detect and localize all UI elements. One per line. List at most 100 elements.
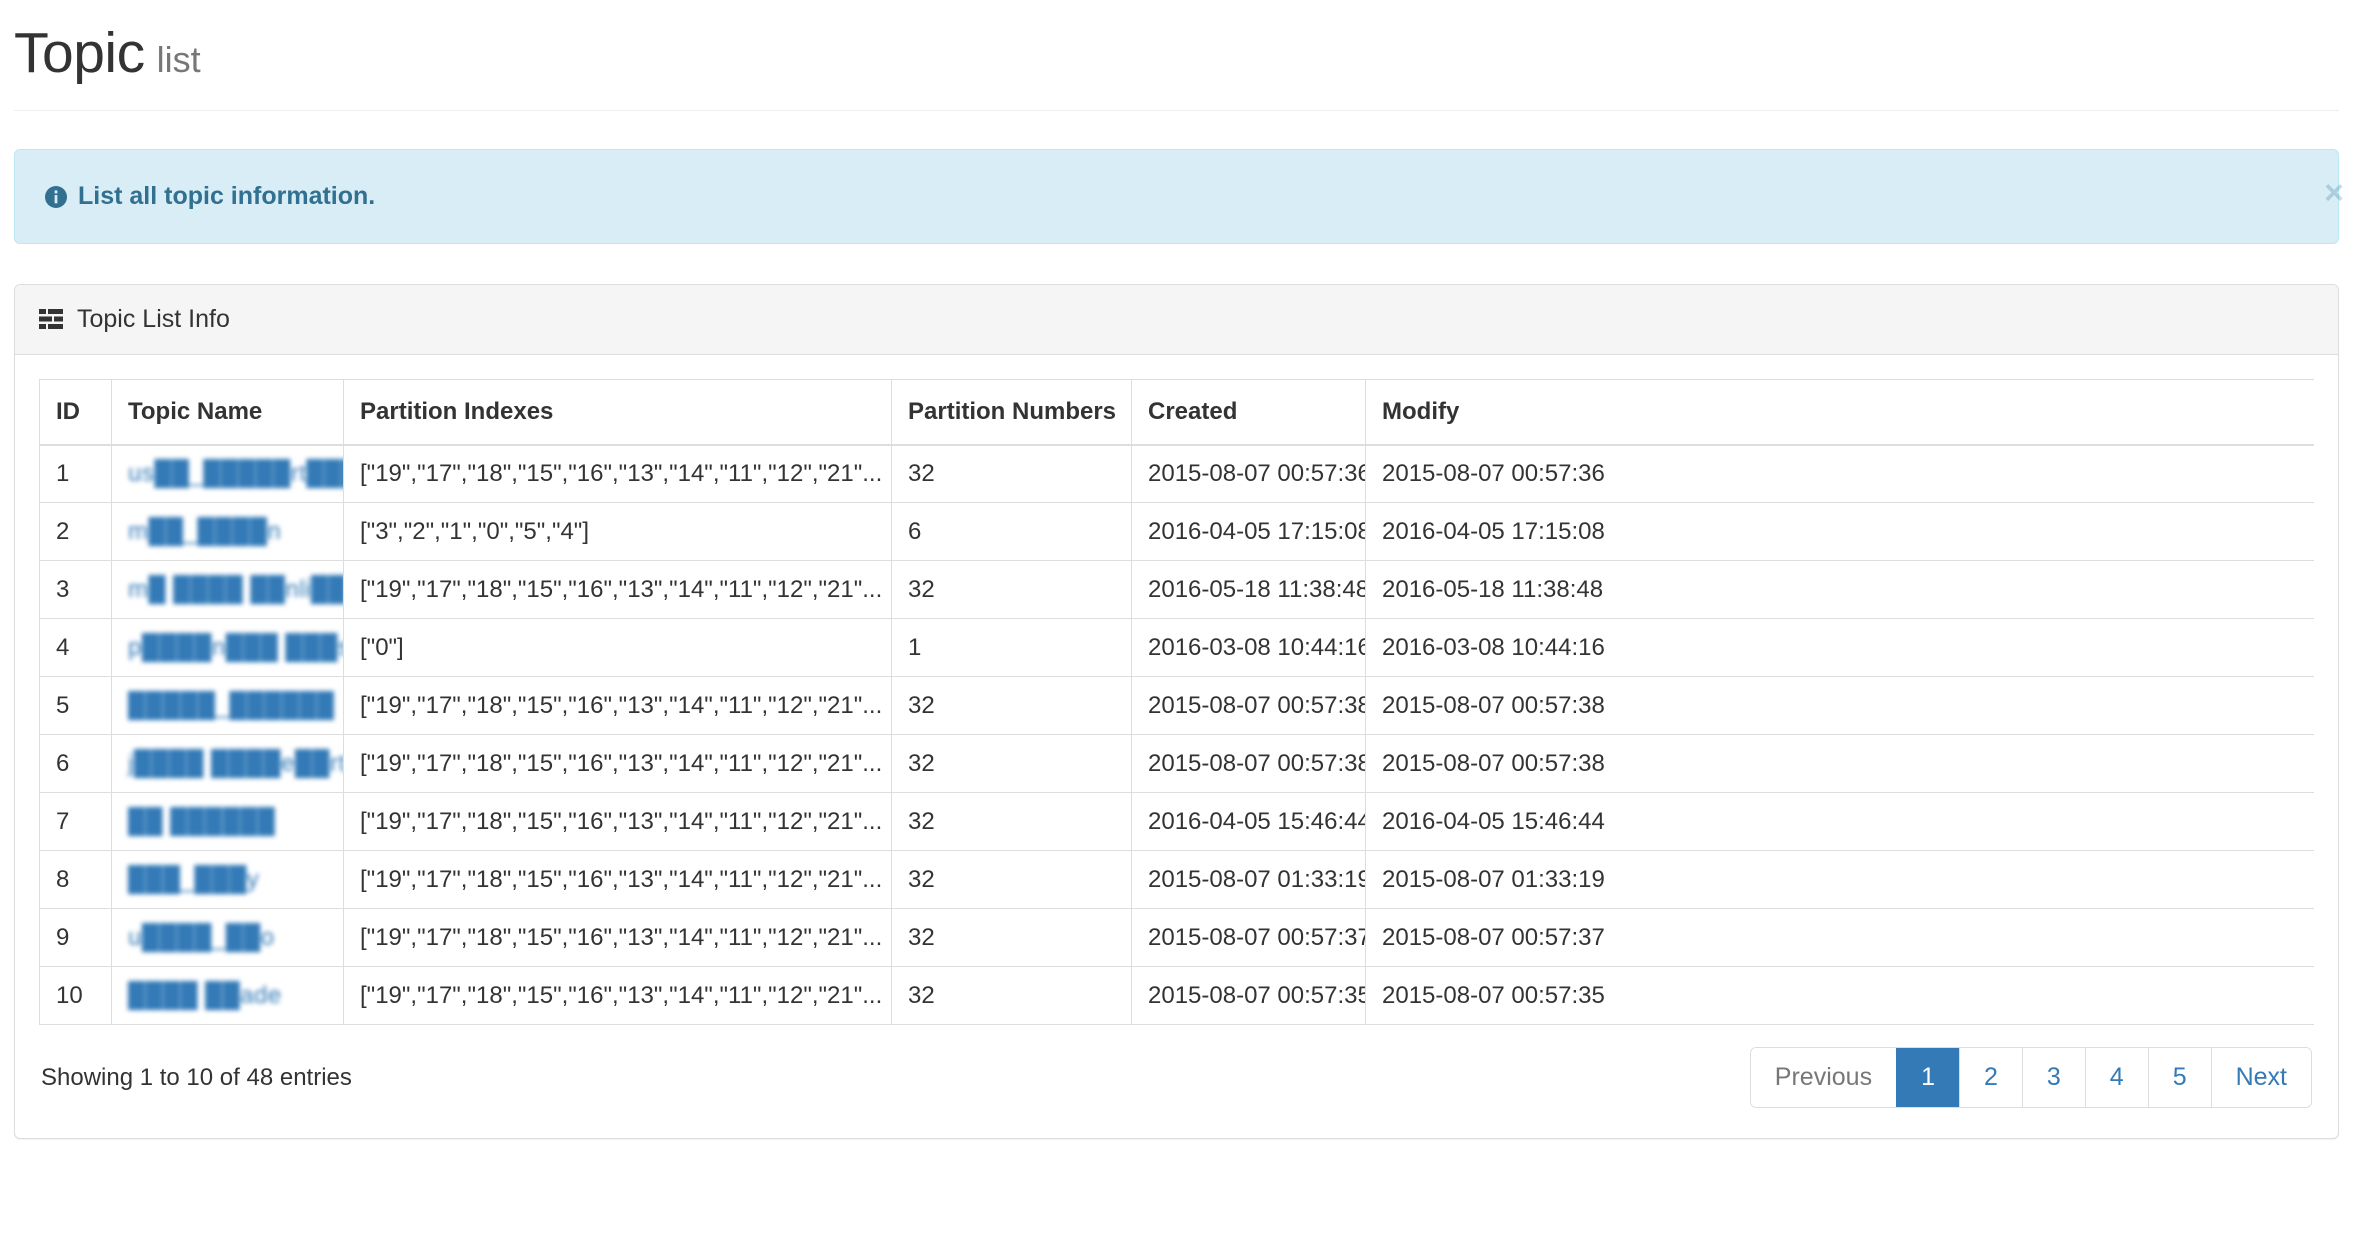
table-scroll-container[interactable]: ID Topic Name Partition Indexes Partitio… — [39, 378, 2314, 1026]
topic-name-link[interactable]: ███_███y — [128, 866, 259, 894]
pagination: Previous 1 2 3 4 5 Next — [1749, 1047, 2312, 1109]
cell-created: 2015-08-07 00:57:35 — [1131, 966, 1366, 1026]
table-header-row: ID Topic Name Partition Indexes Partitio… — [39, 378, 2314, 446]
cell-id: 10 — [39, 966, 112, 1026]
topic-name-link[interactable]: j████ ████e██rty — [128, 750, 343, 778]
cell-partition-numbers: 32 — [891, 792, 1132, 852]
cell-partition-indexes: ["19","17","18","15","16","13","14","11"… — [343, 734, 892, 794]
cell-modify: 2015-08-07 00:57:35 — [1365, 966, 2314, 1026]
cell-topic-name: m██_████n — [111, 502, 344, 562]
table-row: 1 us██_█████rt███_█rder["19","17","18","1… — [39, 444, 2314, 504]
cell-topic-name: █████_██████ — [111, 676, 344, 736]
pagination-next[interactable]: Next — [2210, 1048, 2311, 1108]
cell-topic-name: ███_███y — [111, 850, 344, 910]
topic-name-link[interactable]: m██_████n — [128, 518, 281, 546]
topic-name-link[interactable]: ████ ██ade — [128, 982, 282, 1010]
cell-partition-numbers: 32 — [891, 676, 1132, 736]
close-icon[interactable]: × — [2324, 176, 2344, 210]
pagination-page-3[interactable]: 3 — [2021, 1048, 2085, 1108]
cell-partition-numbers: 32 — [891, 966, 1132, 1026]
column-header-topic-name[interactable]: Topic Name — [111, 378, 344, 446]
cell-modify: 2016-04-05 17:15:08 — [1365, 502, 2314, 562]
cell-partition-indexes: ["19","17","18","15","16","13","14","11"… — [343, 444, 892, 504]
cell-partition-indexes: ["19","17","18","15","16","13","14","11"… — [343, 792, 892, 852]
table-row: 5 █████_██████ ["19","17","18","15","16","… — [39, 676, 2314, 736]
cell-topic-name: u████_██o — [111, 908, 344, 968]
topic-list-page: Topic list List all topic information. × — [0, 0, 2353, 1247]
info-alert-text: List all topic information. — [78, 182, 376, 211]
cell-id: 2 — [39, 502, 112, 562]
cell-id: 3 — [39, 560, 112, 620]
cell-topic-name: p████n███ ███s_dl — [111, 618, 344, 678]
info-alert: List all topic information. × — [14, 148, 2344, 244]
cell-modify: 2015-08-07 01:33:19 — [1365, 850, 2314, 910]
topic-name-link[interactable]: us██_█████rt███_█rder — [128, 460, 343, 488]
cell-partition-numbers: 32 — [891, 444, 1132, 504]
cell-partition-indexes: ["19","17","18","15","16","13","14","11"… — [343, 676, 892, 736]
panel-body: ID Topic Name Partition Indexes Partitio… — [15, 355, 2338, 1139]
topic-list-panel: Topic List Info ID Topic Name Partition … — [14, 283, 2339, 1140]
cell-partition-numbers: 32 — [891, 908, 1132, 968]
pagination-page-1[interactable]: 1 — [1896, 1048, 1959, 1108]
topic-name-link[interactable]: m█ ████ ██nli██ — [128, 576, 343, 604]
cell-partition-indexes: ["19","17","18","15","16","13","14","11"… — [343, 908, 892, 968]
panel-heading: Topic List Info — [15, 284, 2338, 355]
cell-id: 1 — [39, 444, 112, 504]
cell-id: 7 — [39, 792, 112, 852]
cell-partition-indexes: ["19","17","18","15","16","13","14","11"… — [343, 560, 892, 620]
cell-partition-numbers: 32 — [891, 850, 1132, 910]
cell-partition-numbers: 1 — [891, 618, 1132, 678]
pagination-page-5[interactable]: 5 — [2147, 1048, 2211, 1108]
table-row: 10 ████ ██ade ["19","17","18","15","16","1… — [39, 966, 2314, 1026]
topic-table: ID Topic Name Partition Indexes Partitio… — [39, 378, 2314, 1026]
cell-partition-indexes: ["0"] — [343, 618, 892, 678]
cell-topic-name: j████ ████e██rty — [111, 734, 344, 794]
cell-topic-name: us██_█████rt███_█rder — [111, 444, 344, 504]
cell-modify: 2015-08-07 00:57:38 — [1365, 734, 2314, 794]
cell-created: 2015-08-07 00:57:36 — [1131, 444, 1366, 504]
cell-created: 2016-04-05 17:15:08 — [1131, 502, 1366, 562]
column-header-partition-numbers[interactable]: Partition Numbers — [891, 378, 1132, 446]
page-title: Topic list — [14, 21, 2339, 85]
cell-modify: 2016-05-18 11:38:48 — [1365, 560, 2314, 620]
cell-modify: 2016-03-08 10:44:16 — [1365, 618, 2314, 678]
cell-partition-numbers: 32 — [891, 734, 1132, 794]
table-row: 3 m█ ████ ██nli██ ["19","17","18","15","16… — [39, 560, 2314, 620]
cell-created: 2015-08-07 00:57:38 — [1131, 676, 1366, 736]
pagination-page-2[interactable]: 2 — [1958, 1048, 2022, 1108]
column-header-partition-indexes[interactable]: Partition Indexes — [343, 378, 892, 446]
cell-partition-numbers: 6 — [891, 502, 1132, 562]
column-header-id[interactable]: ID — [39, 378, 112, 446]
table-footer: Showing 1 to 10 of 48 entries Previous 1 2… — [39, 1025, 2314, 1118]
table-row: 8 ███_███y ["19","17","18","15","16","13",… — [39, 850, 2314, 910]
th-list-icon — [39, 308, 63, 330]
column-header-modify[interactable]: Modify — [1365, 378, 2314, 446]
cell-id: 8 — [39, 850, 112, 910]
table-row: 2 m██_████n ["3","2","1","0","5","4"] 6 2016… — [39, 502, 2314, 562]
cell-modify: 2016-04-05 15:46:44 — [1365, 792, 2314, 852]
cell-created: 2015-08-07 01:33:19 — [1131, 850, 1366, 910]
cell-partition-indexes: ["19","17","18","15","16","13","14","11"… — [343, 966, 892, 1026]
cell-partition-numbers: 32 — [891, 560, 1132, 620]
cell-id: 9 — [39, 908, 112, 968]
cell-topic-name: ██ ██████ — [111, 792, 344, 852]
cell-modify: 2015-08-07 00:57:36 — [1365, 444, 2314, 504]
cell-created: 2015-08-07 00:57:38 — [1131, 734, 1366, 794]
table-body: 1us██_█████rt███_█rder["19","17","18","1… — [39, 444, 2314, 1026]
pagination-page-4[interactable]: 4 — [2084, 1048, 2148, 1108]
page-title-main: Topic — [14, 21, 145, 85]
cell-created: 2016-04-05 15:46:44 — [1131, 792, 1366, 852]
cell-topic-name: m█ ████ ██nli██ — [111, 560, 344, 620]
cell-modify: 2015-08-07 00:57:37 — [1365, 908, 2314, 968]
pagination-previous[interactable]: Previous — [1750, 1048, 1897, 1108]
topic-name-link[interactable]: ██ ██████ — [128, 808, 275, 836]
topic-name-link[interactable]: █████_██████ — [128, 692, 334, 720]
column-header-created[interactable]: Created — [1131, 378, 1366, 446]
cell-modify: 2015-08-07 00:57:38 — [1365, 676, 2314, 736]
topic-name-link[interactable]: u████_██o — [128, 924, 275, 952]
entries-info: Showing 1 to 10 of 48 entries — [41, 1063, 352, 1091]
topic-name-link[interactable]: p████n███ ███s_dl — [128, 634, 343, 662]
cell-created: 2016-03-08 10:44:16 — [1131, 618, 1366, 678]
cell-partition-indexes: ["19","17","18","15","16","13","14","11"… — [343, 850, 892, 910]
table-row: 9 u████_██o ["19","17","18","15","16","13"… — [39, 908, 2314, 968]
